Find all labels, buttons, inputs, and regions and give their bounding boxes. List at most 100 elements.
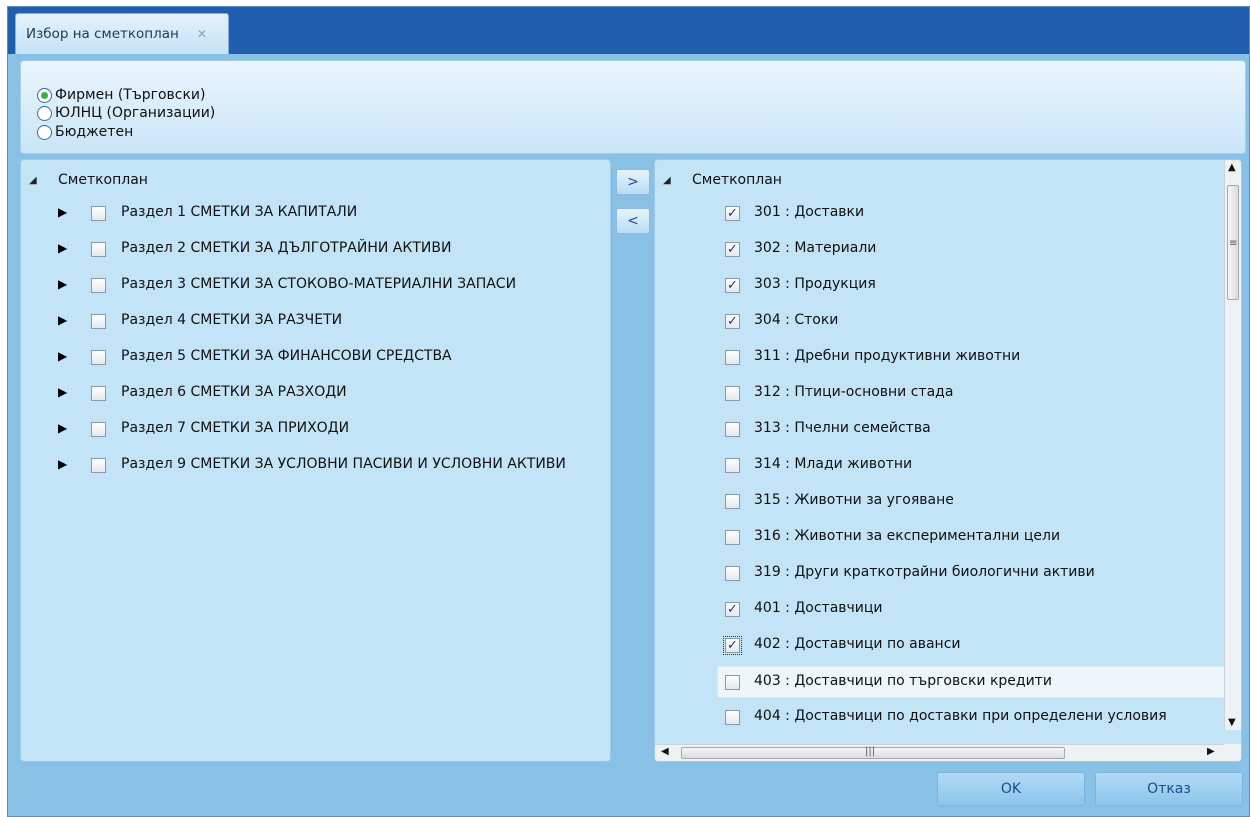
account-row[interactable]: ✓ 303 : Продукция [655,270,1225,302]
checkbox[interactable]: ✓ [725,314,740,329]
radio-budget[interactable]: Бюджетен [37,122,133,142]
radio-selected-dot [41,91,48,99]
account-label: 303 : Продукция [754,276,876,292]
vertical-scrollbar[interactable]: ▲ ≡ ▼ [1224,160,1241,730]
account-row[interactable]: ✓ 401 : Доставчици [655,594,1225,626]
account-label: 319 : Други краткотрайни биологични акти… [754,564,1095,580]
remove-from-selection-button[interactable]: < [616,208,650,234]
checkbox[interactable] [91,242,106,257]
account-row[interactable]: 311 : Дребни продуктивни животни [655,342,1225,374]
scroll-down-icon[interactable]: ▼ [1228,717,1236,728]
checkbox[interactable]: ✓ [723,636,742,655]
account-row[interactable]: 316 : Животни за експериментални цели [655,522,1225,554]
checkbox[interactable] [91,458,106,473]
checkbox[interactable] [725,566,740,581]
checkbox[interactable] [725,710,740,725]
account-label: 301 : Доставки [754,204,865,220]
cancel-button[interactable]: Отказ [1095,772,1243,806]
scrollbar-corner [1224,744,1241,761]
tree-node[interactable]: ▶ Раздел 3 СМЕТКИ ЗА СТОКОВО-МАТЕРИАЛНИ … [21,270,610,302]
checkbox[interactable] [91,422,106,437]
account-row[interactable]: 315 : Животни за угояване [655,486,1225,518]
tree-node-label: Раздел 5 СМЕТКИ ЗА ФИНАНСОВИ СРЕДСТВА [121,348,452,364]
radio-label: Бюджетен [55,124,134,140]
collapse-arrow-icon[interactable]: ◢ [663,175,671,186]
scroll-right-icon[interactable]: ▶ [1207,746,1215,757]
account-row[interactable]: ✓ 402 : Доставчици по аванси [655,630,1225,662]
radio-button[interactable] [37,87,52,103]
add-to-selection-button[interactable]: > [616,169,650,195]
account-label: 312 : Птици-основни стада [754,384,954,400]
radio-label: Фирмен (Търговски) [55,87,206,103]
account-label: 313 : Пчелни семейства [754,420,931,436]
close-icon[interactable]: ✕ [197,27,207,41]
account-label: 314 : Млади животни [754,456,913,472]
checkbox[interactable]: ✓ [725,278,740,293]
checkbox[interactable]: ✓ [725,242,740,257]
checkbox[interactable] [725,675,740,690]
tree-node-label: Раздел 4 СМЕТКИ ЗА РАЗЧЕТИ [121,312,343,328]
checkbox[interactable] [91,278,106,293]
account-label: 404 : Доставчици по доставки при определ… [754,708,1167,724]
expand-arrow-icon[interactable]: ▶ [58,241,67,255]
account-row[interactable]: 312 : Птици-основни стада [655,378,1225,410]
tree-node[interactable]: ▶ Раздел 9 СМЕТКИ ЗА УСЛОВНИ ПАСИВИ И УС… [21,450,610,482]
checkbox[interactable]: ✓ [725,206,740,221]
radio-button[interactable] [37,105,52,121]
scroll-up-icon[interactable]: ▲ [1228,162,1236,173]
account-row[interactable]: ✓ 301 : Доставки [655,198,1225,230]
radio-nonprofit[interactable]: ЮЛНЦ (Организации) [37,103,215,123]
checkbox[interactable] [725,530,740,545]
scroll-left-icon[interactable]: ◀ [661,746,669,757]
expand-arrow-icon[interactable]: ▶ [58,313,67,327]
checkbox[interactable] [91,350,106,365]
horizontal-scroll-thumb[interactable]: ||| [681,746,1065,759]
checkbox[interactable]: ✓ [725,602,740,617]
expand-arrow-icon[interactable]: ▶ [58,205,67,219]
tree-node-label: Раздел 1 СМЕТКИ ЗА КАПИТАЛИ [121,204,358,220]
account-row-hovered[interactable]: 403 : Доставчици по търговски кредити [717,666,1225,698]
tree-node[interactable]: ▶ Раздел 7 СМЕТКИ ЗА ПРИХОДИ [21,414,610,446]
account-row[interactable]: ✓ 304 : Стоки [655,306,1225,338]
tree-node[interactable]: ▶ Раздел 4 СМЕТКИ ЗА РАЗЧЕТИ [21,306,610,338]
horizontal-scrollbar[interactable]: ◀ ||| ▶ [655,744,1225,761]
checkbox[interactable] [725,386,740,401]
account-label: 401 : Доставчици [754,600,883,616]
tab-title: Избор на сметкоплан [26,26,179,42]
tree-node-label: Раздел 9 СМЕТКИ ЗА УСЛОВНИ ПАСИВИ И УСЛО… [121,456,566,472]
account-label: 302 : Материали [754,240,877,256]
grip-icon: ||| [865,746,876,757]
expand-arrow-icon[interactable]: ▶ [58,385,67,399]
checkbox[interactable] [725,350,740,365]
expand-arrow-icon[interactable]: ▶ [58,349,67,363]
vertical-scroll-thumb[interactable]: ≡ [1227,185,1239,300]
radio-commercial[interactable]: Фирмен (Търговски) [37,85,206,105]
tab-chart-of-accounts[interactable]: Избор на сметкоплан ✕ [15,13,229,54]
account-row[interactable]: 314 : Млади животни [655,450,1225,482]
tree-node[interactable]: ▶ Раздел 1 СМЕТКИ ЗА КАПИТАЛИ [21,198,610,230]
tree-node[interactable]: ▶ Раздел 6 СМЕТКИ ЗА РАЗХОДИ [21,378,610,410]
account-row[interactable]: ✓ 302 : Материали [655,234,1225,266]
checkbox[interactable] [91,314,106,329]
checkbox[interactable] [91,386,106,401]
radio-button[interactable] [37,124,52,140]
checkbox[interactable] [725,494,740,509]
tree-node-label: Раздел 3 СМЕТКИ ЗА СТОКОВО-МАТЕРИАЛНИ ЗА… [121,276,517,292]
grip-icon: ≡ [1229,238,1238,249]
account-row[interactable]: 313 : Пчелни семейства [655,414,1225,446]
expand-arrow-icon[interactable]: ▶ [58,421,67,435]
account-label: 402 : Доставчици по аванси [754,636,961,652]
tree-node[interactable]: ▶ Раздел 2 СМЕТКИ ЗА ДЪЛГОТРАЙНИ АКТИВИ [21,234,610,266]
expand-arrow-icon[interactable]: ▶ [58,277,67,291]
checkbox[interactable] [725,458,740,473]
checkbox[interactable] [91,206,106,221]
tab-bar: Избор на сметкоплан ✕ [8,7,1249,54]
plan-type-group: Фирмен (Търговски) ЮЛНЦ (Организации) Бю… [20,60,1246,154]
collapse-arrow-icon[interactable]: ◢ [29,175,37,186]
ok-button[interactable]: OK [937,772,1085,806]
expand-arrow-icon[interactable]: ▶ [58,457,67,471]
account-row[interactable]: 404 : Доставчици по доставки при определ… [655,702,1225,734]
checkbox[interactable] [725,422,740,437]
tree-node[interactable]: ▶ Раздел 5 СМЕТКИ ЗА ФИНАНСОВИ СРЕДСТВА [21,342,610,374]
account-row[interactable]: 319 : Други краткотрайни биологични акти… [655,558,1225,590]
